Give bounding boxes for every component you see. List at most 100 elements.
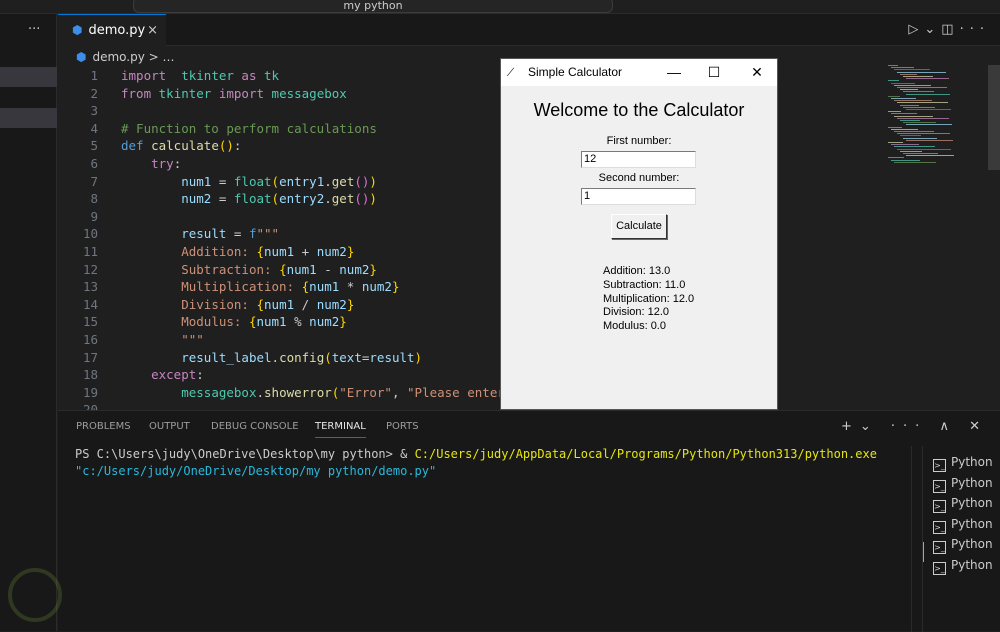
code-token: : — [196, 367, 204, 383]
code-line: """ — [121, 332, 204, 347]
code-line: Addition: {num1 + num2} — [121, 244, 354, 259]
workspace-name: my python — [343, 0, 403, 12]
code-token: float — [233, 173, 272, 189]
code-token: num2 — [316, 244, 347, 259]
tab-terminal[interactable]: TERMINAL — [315, 421, 366, 438]
command-center-search[interactable]: my python — [133, 0, 613, 13]
breadcrumb[interactable]: ⬢ demo.py > … — [76, 48, 175, 66]
minimap-line — [900, 135, 921, 137]
minimap-line — [888, 126, 902, 128]
terminal-label: Python — [951, 475, 993, 490]
minimap-line — [903, 122, 936, 124]
welcome-heading: Welcome to the Calculator — [533, 100, 745, 120]
tab-output[interactable]: OUTPUT — [149, 421, 190, 432]
calculator-title-bar[interactable]: ∕ Simple Calculator — ☐ ✕ — [501, 59, 777, 86]
code-token: = — [211, 191, 234, 207]
terminal-instance[interactable]: >_ Python — [933, 474, 993, 494]
code-line: def calculate(): — [121, 138, 241, 153]
code-token: % — [286, 314, 310, 330]
code-token: ) — [369, 191, 377, 207]
close-button[interactable]: ✕ — [742, 59, 772, 86]
breadcrumb-separator: > … — [148, 50, 175, 64]
panel-actions[interactable]: +⌄ ··· ∧ ✕ — [841, 419, 988, 434]
code-token: as — [233, 68, 265, 83]
code-token: ( — [271, 173, 280, 189]
code-token: num1 — [256, 314, 287, 330]
close-tab-icon[interactable]: × — [147, 15, 158, 46]
run-menu-chevron-icon[interactable]: ⌄ — [924, 22, 941, 37]
minimap-line — [891, 82, 915, 84]
terminal-instance[interactable]: >_ Python — [933, 535, 993, 555]
code-token: Multiplication: — [181, 279, 302, 295]
calculator-window: ∕ Simple Calculator — ☐ ✕ Welcome to the… — [500, 58, 778, 410]
terminal-instance[interactable]: >_ Python — [933, 494, 993, 514]
first-number-input[interactable]: 12 — [581, 151, 696, 168]
sidebar-more-button[interactable]: ··· — [28, 22, 40, 37]
editor-scrollbar[interactable] — [988, 65, 1000, 170]
tab-demo-py[interactable]: ⬢ demo.py × — [58, 14, 166, 47]
terminal-icon: >_ — [933, 561, 946, 575]
tab-ports[interactable]: PORTS — [386, 421, 419, 432]
code-token: } — [339, 314, 347, 330]
code-token: () — [354, 191, 370, 207]
terminal-output[interactable]: PS C:\Users\judy\OneDrive\Desktop\my pyt… — [75, 446, 877, 480]
terminal-instance[interactable]: >_ Python — [933, 556, 993, 576]
line-number: 17 — [82, 349, 98, 365]
editor-toolbar: ▷⌄◫··· — [908, 22, 990, 37]
code-token: . — [324, 173, 332, 189]
second-number-input[interactable]: 1 — [581, 188, 696, 205]
terminal-instance[interactable]: >_ Python — [933, 453, 993, 473]
minimap-line — [894, 161, 936, 163]
code-token: # Function to perform calculations — [121, 120, 377, 136]
terminal-icon: >_ — [933, 479, 946, 493]
code-token: { — [256, 296, 265, 312]
code-token: showerror — [264, 384, 332, 400]
code-token: get — [331, 191, 355, 207]
code-token: Subtraction: — [181, 261, 280, 277]
minimap-line — [903, 106, 935, 108]
code-token: num2 — [361, 279, 392, 295]
code-line: Modulus: {num1 % num2} — [121, 314, 347, 329]
maximize-button[interactable]: ☐ — [699, 59, 729, 86]
code-token: ( — [324, 349, 332, 365]
more-actions-icon[interactable]: ··· — [960, 22, 990, 37]
minimap-line — [903, 76, 933, 77]
minimap-line — [894, 84, 931, 86]
minimize-button[interactable]: — — [659, 59, 689, 86]
code-line: result_label.config(text=result) — [121, 350, 422, 365]
code-token: num2 — [309, 314, 340, 330]
minimap-line — [894, 115, 933, 117]
tk-feather-icon: ∕ — [510, 65, 513, 79]
editor-tab-bar — [58, 14, 1000, 46]
code-token: () — [354, 173, 370, 189]
terminal-instance[interactable]: >_ Python — [933, 515, 993, 535]
terminal-icon: >_ — [933, 500, 946, 513]
code-token: { — [256, 244, 265, 259]
split-editor-icon[interactable]: ◫ — [941, 22, 959, 37]
sidebar-item[interactable] — [0, 67, 57, 87]
line-number: 15 — [82, 314, 98, 330]
tab-problems[interactable]: PROBLEMS — [76, 421, 131, 432]
sidebar-item[interactable] — [0, 108, 57, 128]
calculate-button[interactable]: Calculate — [611, 214, 667, 239]
code-token: num2 — [339, 261, 370, 277]
code-editor[interactable]: 1 import tkinter as tk 2 from tkinter impor… — [58, 67, 500, 410]
terminal-scrollbar[interactable] — [911, 446, 921, 632]
code-line: import tkinter as tk — [121, 68, 279, 83]
result-division: Division: 12.0 — [603, 306, 670, 319]
terminal-icon: >_ — [933, 459, 946, 472]
result-modulus: Modulus: 0.0 — [603, 320, 666, 333]
minimap-line — [903, 91, 934, 93]
minimap-line — [888, 111, 901, 113]
terminal-prompt: PS C:\Users\judy\OneDrive\Desktop\my pyt… — [75, 447, 415, 461]
run-icon[interactable]: ▷ — [908, 22, 924, 37]
minimap-line — [906, 109, 951, 110]
minimap[interactable] — [888, 65, 978, 165]
minimap-line — [897, 71, 946, 73]
tab-debug-console[interactable]: DEBUG CONSOLE — [211, 421, 299, 432]
